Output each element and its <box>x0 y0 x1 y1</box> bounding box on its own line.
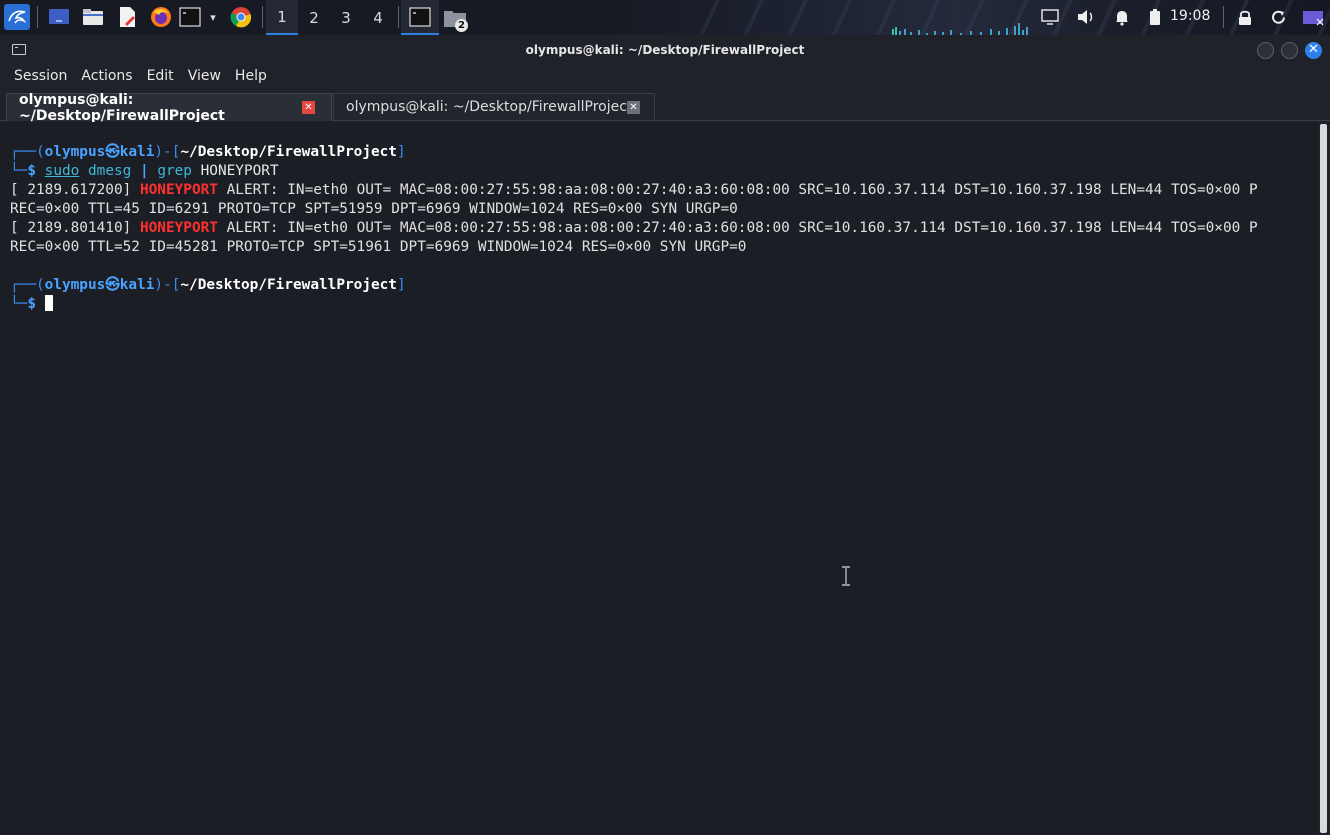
window-title: olympus@kali: ~/Desktop/FirewallProject <box>525 43 805 57</box>
top-panel: ▾ 1 2 3 4 2 19:08 <box>0 0 1330 35</box>
panel-separator <box>1223 6 1224 28</box>
minimize-button[interactable] <box>1257 42 1274 59</box>
tab-close-icon[interactable]: ✕ <box>302 101 315 114</box>
files-task-icon[interactable]: 2 <box>436 0 474 35</box>
text-cursor <box>44 295 53 311</box>
kali-menu-icon[interactable] <box>4 4 30 30</box>
firefox-icon[interactable] <box>149 5 173 29</box>
maximize-button[interactable] <box>1281 42 1298 59</box>
notification-bell-icon[interactable] <box>1112 7 1132 27</box>
chrome-icon[interactable] <box>229 5 253 29</box>
tab-1[interactable]: olympus@kali: ~/Desktop/FirewallProject … <box>6 91 332 124</box>
panel-separator <box>398 6 399 28</box>
file-manager-icon[interactable] <box>81 5 105 29</box>
panel-separator <box>262 6 263 28</box>
logout-icon[interactable] <box>1300 7 1326 27</box>
tab-bar: olympus@kali: ~/Desktop/FirewallProject … <box>0 90 1330 124</box>
battery-icon[interactable] <box>1146 7 1164 27</box>
desktop-icon[interactable] <box>47 5 71 29</box>
scrollbar[interactable] <box>1318 122 1330 835</box>
menu-actions[interactable]: Actions <box>74 65 139 89</box>
scrollbar-thumb[interactable] <box>1320 124 1327 833</box>
workspace-4[interactable]: 4 <box>362 0 394 35</box>
log-line-wrap: REC=0×00 TTL=52 ID=45281 PROTO=TCP SPT=5… <box>10 239 747 255</box>
prompt-line: ┌──(olympus㉿kali)-[~/Desktop/FirewallPro… <box>10 277 406 293</box>
menu-session[interactable]: Session <box>0 65 74 89</box>
log-line: [ 2189.801410] HONEYPORT ALERT: IN=eth0 … <box>10 220 1258 236</box>
workspace-3[interactable]: 3 <box>330 0 362 35</box>
menu-help[interactable]: Help <box>228 65 274 89</box>
tab-label: olympus@kali: ~/Desktop/FirewallProject <box>19 91 225 124</box>
workspace-1[interactable]: 1 <box>266 0 298 35</box>
log-line: [ 2189.617200] HONEYPORT ALERT: IN=eth0 … <box>10 182 1258 198</box>
cpu-graph <box>890 22 1030 35</box>
text-editor-icon[interactable] <box>115 5 139 29</box>
files-task-badge: 2 <box>455 19 468 32</box>
volume-icon[interactable] <box>1075 7 1097 27</box>
terminal-icon[interactable] <box>179 5 201 29</box>
command-line: └─$ <box>10 295 53 314</box>
lock-icon[interactable] <box>1235 7 1255 27</box>
menu-view[interactable]: View <box>181 65 228 89</box>
terminal-window: olympus@kali: ~/Desktop/FirewallProject … <box>0 35 1330 835</box>
menubar: Session Actions Edit View Help <box>0 65 1330 89</box>
clock[interactable]: 19:08 <box>1170 8 1210 24</box>
window-titlebar[interactable]: olympus@kali: ~/Desktop/FirewallProject … <box>0 35 1330 65</box>
terminal-output[interactable]: ┌──(olympus㉿kali)-[~/Desktop/FirewallPro… <box>0 122 1318 835</box>
terminal-task-icon[interactable] <box>401 0 439 35</box>
display-icon[interactable] <box>1040 7 1060 27</box>
tab-2[interactable]: olympus@kali: ~/Desktop/FirewallProject … <box>333 93 655 121</box>
log-line-wrap: REC=0×00 TTL=45 ID=6291 PROTO=TCP SPT=51… <box>10 201 738 217</box>
menu-edit[interactable]: Edit <box>140 65 181 89</box>
prompt-line: ┌──(olympus㉿kali)-[~/Desktop/FirewallPro… <box>10 144 406 160</box>
ibeam-cursor-icon <box>841 566 851 586</box>
workspace-2[interactable]: 2 <box>298 0 330 35</box>
tab-close-icon[interactable]: ✕ <box>627 101 640 114</box>
refresh-icon[interactable] <box>1268 7 1288 27</box>
chevron-down-icon[interactable]: ▾ <box>205 5 221 29</box>
command-line: └─$ sudo dmesg | grep HONEYPORT <box>10 163 279 179</box>
panel-separator <box>37 6 38 28</box>
tab-label: olympus@kali: ~/Desktop/FirewallProject <box>346 99 633 115</box>
close-button[interactable]: ✕ <box>1305 42 1322 59</box>
